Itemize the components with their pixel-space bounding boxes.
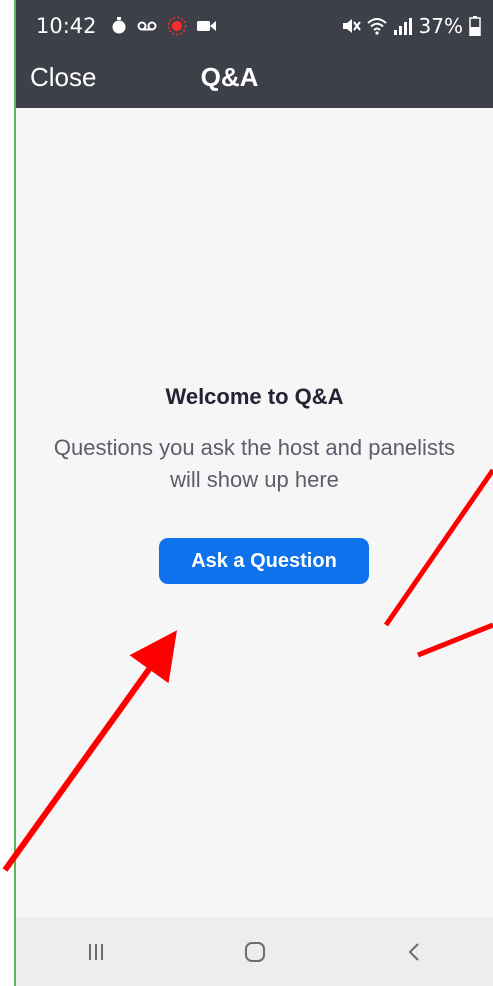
- status-left-icons: [111, 16, 217, 36]
- stopwatch-icon: [112, 17, 126, 34]
- welcome-subtitle: Questions you ask the host and panelists…: [53, 435, 456, 492]
- wifi-icon: [366, 18, 387, 35]
- back-button[interactable]: [384, 932, 444, 972]
- recent-apps-icon: [88, 944, 103, 960]
- status-right-icons: 37%: [341, 14, 481, 38]
- home-icon: [244, 942, 265, 962]
- android-nav-bar: [16, 918, 493, 986]
- back-icon: [408, 943, 419, 961]
- battery-icon: [469, 16, 481, 36]
- video-icon: [196, 21, 216, 31]
- recording-icon: [167, 16, 186, 36]
- recent-apps-button[interactable]: [66, 932, 126, 972]
- qa-header: Close Q&A: [16, 52, 493, 108]
- voicemail-icon: [137, 21, 157, 31]
- ask-question-button[interactable]: Ask a Question: [159, 538, 369, 584]
- page-title: Q&A: [200, 62, 259, 92]
- qa-content: Welcome to Q&A Questions you ask the hos…: [16, 108, 493, 918]
- mute-icon: [342, 19, 361, 33]
- home-button[interactable]: [225, 932, 285, 972]
- phone-screen: 10:42 37% Close Q&A Welcome to Q&A Quest…: [14, 0, 493, 986]
- status-bar: 10:42 37%: [16, 0, 493, 52]
- welcome-title: Welcome to Q&A: [165, 384, 344, 409]
- signal-icon: [393, 18, 412, 35]
- battery-percent: 37%: [418, 14, 463, 38]
- status-time: 10:42: [36, 14, 97, 38]
